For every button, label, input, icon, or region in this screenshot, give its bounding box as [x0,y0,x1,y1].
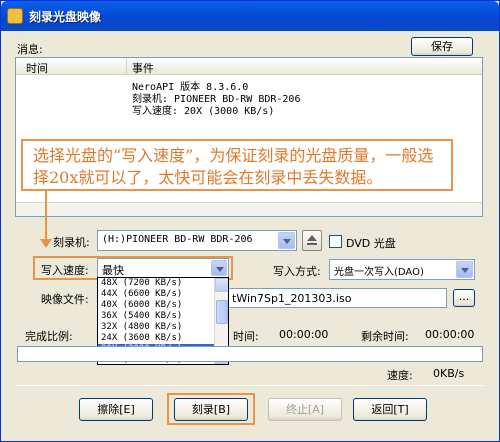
speed-value: 0KB/s [433,367,465,380]
write-mode-select[interactable]: 光盘一次写入(DAO) [329,259,475,280]
speed-option[interactable]: 40X (6000 KB/s) [98,300,214,311]
log-horizontal-scrollbar[interactable] [16,202,482,216]
burn-image-dialog: 刻录光盘映像 消息: 保存 时间 事件 NeroAPI 版本 8.3.6.0 刻… [0,0,500,442]
title-bar[interactable]: 刻录光盘映像 [1,1,499,31]
image-file-value: tWin7Sp1_201303.iso [232,292,352,305]
annotation-arrow-line [45,191,47,241]
stop-button[interactable]: 终止[A] [268,398,342,421]
eject-button[interactable] [302,230,322,251]
speed-option[interactable]: 48X (7200 KB/s) [98,278,214,289]
messages-label: 消息: [17,43,43,56]
browse-button[interactable]: ... [453,289,475,307]
remaining-time-value: 00:00:00 [425,328,475,341]
save-button[interactable]: 保存 [411,37,473,56]
write-speed-value: 最快 [102,264,124,277]
scroll-thumb[interactable] [216,300,228,324]
remaining-time-label: 剩余时间: [361,330,409,343]
annotation-callout: 选择光盘的“写入速度”，为保证刻录的光盘质量，一般选择20x就可以了，太快可能会… [21,139,453,191]
recorder-label: 刻录机: [53,236,90,249]
back-button[interactable]: 返回[T] [353,398,427,421]
completion-label: 完成比例: [25,330,73,343]
eject-icon-bar [307,243,317,245]
speed-option[interactable]: 32X (4800 KB/s) [98,322,214,333]
scroll-up-button[interactable] [215,278,228,292]
erase-button[interactable]: 擦除[E] [79,398,153,421]
dvd-checkbox-label: DVD 光盘 [346,237,396,250]
chevron-down-icon[interactable] [278,232,295,249]
log-line: 写入速度: 20X (3000 KB/s) [132,106,275,117]
annotation-text: 选择光盘的“写入速度”，为保证刻录的光盘质量，一般选择20x就可以了，太快可能会… [33,146,434,187]
write-speed-select[interactable]: 最快 [97,258,229,278]
divider [17,385,483,386]
column-time[interactable]: 时间 [26,60,48,76]
annotation-arrow-head [40,239,52,248]
window-title: 刻录光盘映像 [29,10,102,24]
column-event[interactable]: 事件 [132,60,154,76]
log-header: 时间 事件 [16,58,482,75]
eject-icon [307,235,317,241]
speed-option[interactable]: 36X (5400 KB/s) [98,311,214,322]
write-speed-label: 写入速度: [41,264,89,277]
message-log[interactable]: 时间 事件 NeroAPI 版本 8.3.6.0 刻录机: PIONEER BD… [15,57,483,217]
column-divider [126,58,127,74]
image-file-label: 映像文件: [41,293,89,306]
speed-option[interactable]: 24X (3600 KB/s) [98,333,214,344]
recorder-select[interactable]: (H:)PIONEER BD-RW BDR-206 [97,230,297,251]
chevron-down-icon[interactable] [211,260,227,276]
app-disc-icon [7,8,23,24]
burn-button[interactable]: 刻录[B] [174,398,248,421]
elapsed-time-label: 时间: [233,330,259,343]
write-mode-label: 写入方式: [273,265,321,278]
speed-option[interactable]: 44X (6600 KB/s) [98,289,214,300]
write-mode-value: 光盘一次写入(DAO) [334,267,424,278]
burn-progress-bar [17,346,483,362]
recorder-value: (H:)PIONEER BD-RW BDR-206 [102,234,253,245]
chevron-down-icon[interactable] [456,261,473,278]
elapsed-time-value: 00:00:00 [279,328,329,341]
speed-label: 速度: [387,369,413,382]
dvd-checkbox[interactable] [329,235,342,248]
